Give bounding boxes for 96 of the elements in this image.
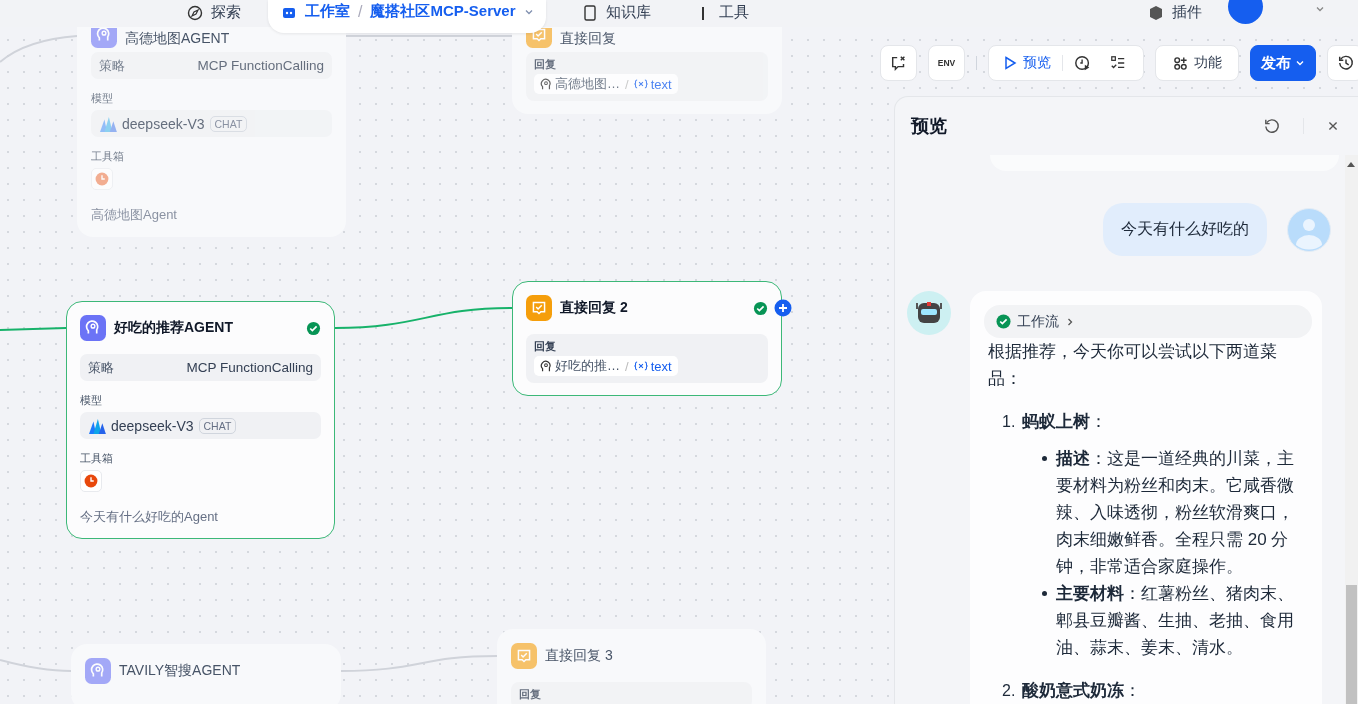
agent-icon: [80, 315, 106, 341]
cube-icon[interactable]: [1147, 4, 1164, 21]
play-icon: [1003, 56, 1017, 70]
scroll-up-icon[interactable]: [1347, 162, 1355, 167]
strategy-label: 策略: [88, 358, 114, 377]
features-icon: [1172, 55, 1188, 71]
workflow-node[interactable]: 直接回复 3 回复: [497, 629, 766, 704]
node-title: 好吃的推荐AGENT: [114, 319, 234, 337]
variable-name: text: [650, 358, 672, 374]
model-name: deepseek-V3: [122, 115, 205, 132]
chat-clear-icon: [889, 54, 908, 72]
book-icon[interactable]: [581, 4, 598, 21]
strategy-value: MCP FunctionCalling: [186, 360, 313, 375]
project-name: 魔搭社区MCP-Server: [370, 2, 516, 21]
dish-title: 酸奶意式奶冻：: [1022, 680, 1141, 702]
agent-icon: [91, 28, 117, 48]
breadcrumb-separator: /: [358, 2, 363, 21]
model-label: 模型: [80, 393, 103, 408]
user-avatar-icon: [1287, 207, 1331, 252]
path-separator: /: [625, 76, 629, 92]
reply-label: 回复: [534, 57, 557, 72]
strategy-value: MCP FunctionCalling: [197, 58, 324, 73]
clear-chat-button[interactable]: [880, 45, 917, 81]
features-button[interactable]: 功能: [1155, 45, 1239, 81]
reply-icon: [526, 295, 552, 321]
path-separator: /: [625, 358, 629, 374]
model-label: 模型: [91, 91, 114, 106]
workspace-tab[interactable]: 工作室 / 魔搭社区MCP-Server: [268, 0, 546, 33]
scroll-thumb[interactable]: [1346, 585, 1357, 704]
node-title: 直接回复 2: [560, 299, 629, 317]
node-title: 直接回复: [560, 30, 617, 48]
workflow-node[interactable]: 高德地图AGENT 策略 MCP FunctionCalling 模型 deepseek-V3 CHAT 工具箱 高德地图Agent: [77, 27, 346, 237]
variable-icon: [633, 361, 648, 371]
node-title: TAVILY智搜AGENT: [119, 662, 242, 680]
checklist-icon: [1110, 55, 1126, 71]
clock-play-icon: [1074, 54, 1092, 72]
success-check-icon: [306, 320, 321, 336]
variable-source: 好吃的推…: [555, 357, 620, 375]
model-logo-icon: [99, 115, 117, 132]
agent-head-icon: [540, 78, 552, 90]
workspace-label: 工作室: [305, 2, 350, 21]
success-check-icon: [753, 300, 768, 316]
history-button[interactable]: [1327, 45, 1358, 81]
reply-icon: [511, 643, 537, 669]
strategy-label: 策略: [99, 56, 125, 75]
workflow-node[interactable]: TAVILY智搜AGENT: [71, 644, 341, 704]
dish-title: 蚂蚁上树：: [1022, 411, 1107, 433]
model-name: deepseek-V3: [111, 417, 194, 434]
preview-button[interactable]: 预览: [997, 48, 1060, 78]
nav-link[interactable]: 工具: [718, 3, 749, 22]
scrollbar[interactable]: [1345, 155, 1358, 704]
node-title: 直接回复 3: [545, 647, 614, 665]
bullet-icon: [1042, 591, 1047, 596]
reply-label: 回复: [534, 339, 557, 354]
toolbox-label: 工具箱: [91, 149, 125, 164]
history-icon: [1336, 54, 1355, 72]
workflow-label: 工作流: [1017, 312, 1059, 331]
variable-name: text: [650, 76, 672, 92]
agent-head-icon: [540, 360, 552, 372]
nav-link[interactable]: 探索: [211, 3, 241, 22]
workflow-node[interactable]: 直接回复 回复 高德地图… / text: [512, 27, 782, 114]
refresh-icon[interactable]: [1262, 116, 1281, 136]
node-title: 高德地图AGENT: [125, 30, 231, 48]
variable-source: 高德地图…: [555, 75, 620, 93]
model-logo-icon: [88, 417, 106, 434]
workflow-node[interactable]: 直接回复 2 回复 好吃的推… / text: [512, 281, 782, 396]
list-number: 1.: [1002, 412, 1017, 432]
toolbox-label: 工具箱: [80, 451, 114, 466]
nav-link[interactable]: 插件: [1171, 3, 1202, 22]
chevron-right-icon: [1065, 316, 1075, 327]
node-description: 高德地图Agent: [91, 206, 178, 224]
reply-paragraph: 根据推荐，今天你可以尝试以下两道菜品：: [988, 341, 1278, 390]
workflow-node[interactable]: 好吃的推荐AGENT 策略 MCP FunctionCalling 模型 deepseek-V3 CHAT 工具箱 今天有什么好吃的Agent: [66, 301, 335, 539]
dish-detail: 主要材料：红薯粉丝、猪肉末、郫县豆瓣酱、生抽、老抽、食用油、蒜末、姜末、清水。: [1056, 583, 1295, 659]
workflow-chip[interactable]: 工作流: [984, 305, 1312, 338]
model-tag: CHAT: [198, 417, 237, 434]
env-button[interactable]: ENV: [928, 45, 965, 81]
bullet-icon: [1042, 456, 1047, 461]
robot-avatar-icon: [907, 291, 951, 335]
node-description: 今天有什么好吃的Agent: [80, 508, 219, 526]
reply-label: 回复: [519, 687, 542, 702]
agent-icon: [85, 658, 111, 684]
user-message: 今天有什么好吃的: [1103, 203, 1267, 256]
chevron-down-icon: [1295, 58, 1305, 68]
variable-icon: [633, 79, 648, 89]
dish-detail: 描述：这是一道经典的川菜，主要材料为粉丝和肉末。它咸香微辣、入味透彻，粉丝软滑爽口，肉末细嫩鲜香。全程只需 20 分钟，非常适合家庭操作。: [1056, 448, 1295, 578]
clock-tool-icon: [91, 168, 113, 190]
publish-button[interactable]: 发布: [1250, 45, 1316, 81]
user-avatar[interactable]: [1227, 0, 1263, 24]
model-tag: CHAT: [209, 115, 248, 132]
list-number: 2.: [1002, 681, 1017, 701]
nav-link[interactable]: 知识库: [605, 3, 651, 22]
success-check-icon: [996, 314, 1011, 329]
compass-icon[interactable]: [187, 4, 203, 21]
panel-title: 预览: [911, 115, 948, 138]
clock-tool-icon: [80, 470, 102, 492]
